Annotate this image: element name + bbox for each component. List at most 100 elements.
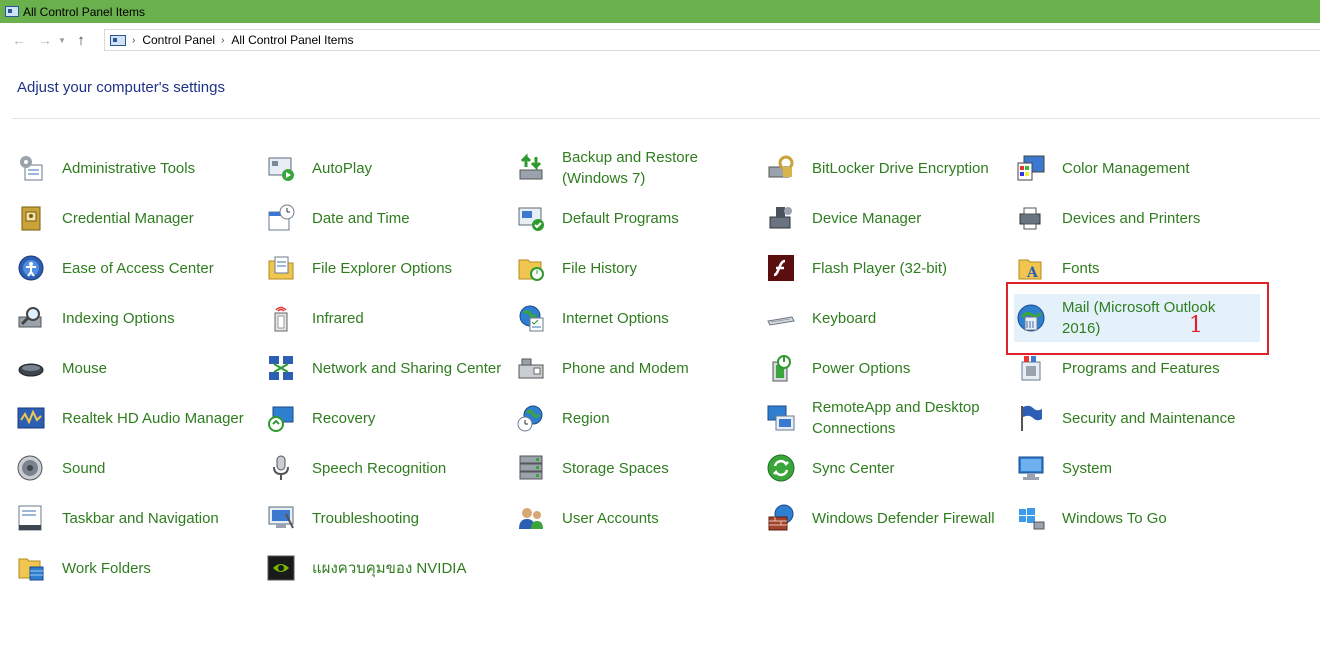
- control-panel-item[interactable]: Backup and Restore (Windows 7): [514, 144, 760, 192]
- control-panel-item[interactable]: Phone and Modem: [514, 344, 760, 392]
- system-icon: [1014, 451, 1048, 485]
- control-panel-item-label: Network and Sharing Center: [312, 359, 502, 377]
- svg-text:A: A: [1026, 265, 1039, 281]
- control-panel-item[interactable]: Work Folders: [14, 544, 260, 592]
- control-panel-item[interactable]: Storage Spaces: [514, 444, 760, 492]
- control-panel-item[interactable]: Devices and Printers: [1014, 194, 1260, 242]
- autoplay-icon: [264, 151, 298, 185]
- control-panel-item[interactable]: Color Management: [1014, 144, 1260, 192]
- control-panel-item-label: Troubleshooting: [312, 509, 420, 527]
- control-panel-item[interactable]: RemoteApp and Desktop Connections: [764, 394, 1010, 442]
- security-maintenance-icon: [1014, 401, 1048, 435]
- windows-to-go-icon: [1014, 501, 1048, 535]
- control-panel-item[interactable]: File Explorer Options: [264, 244, 510, 292]
- control-panel-item-label: RemoteApp and Desktop Connections: [812, 399, 980, 437]
- breadcrumb-control-panel[interactable]: Control Panel: [142, 33, 215, 47]
- control-panel-item-label: File Explorer Options: [312, 259, 453, 277]
- device-manager-icon: [764, 201, 798, 235]
- forward-arrow-icon[interactable]: →: [34, 29, 56, 51]
- admin-tools-icon: [14, 151, 48, 185]
- control-panel-item[interactable]: Taskbar and Navigation: [14, 494, 260, 542]
- backup-restore-icon: [514, 151, 548, 185]
- keyboard-icon: [764, 301, 798, 335]
- control-panel-item[interactable]: Infrared: [264, 294, 510, 342]
- control-panel-item-label: Work Folders: [62, 559, 151, 577]
- control-panel-item[interactable]: Sync Center: [764, 444, 1010, 492]
- control-panel-item[interactable]: Windows To Go: [1014, 494, 1260, 542]
- control-panel-item[interactable]: System: [1014, 444, 1260, 492]
- control-panel-item[interactable]: User Accounts: [514, 494, 760, 542]
- programs-features-icon: [1014, 351, 1048, 385]
- control-panel-item-label: AutoPlay: [312, 159, 373, 177]
- control-panel-item-label: Default Programs: [562, 209, 679, 227]
- file-history-icon: [514, 251, 548, 285]
- address-bar[interactable]: › Control Panel › All Control Panel Item…: [104, 29, 1320, 51]
- file-explorer-options-icon: [264, 251, 298, 285]
- control-panel-item[interactable]: Ease of Access Center: [14, 244, 260, 292]
- remoteapp-icon: [764, 401, 798, 435]
- control-panel-item-label: Administrative Tools: [62, 159, 196, 177]
- control-panel-item[interactable]: File History: [514, 244, 760, 292]
- storage-spaces-icon: [514, 451, 548, 485]
- internet-options-icon: [514, 301, 548, 335]
- control-panel-item-label: Speech Recognition: [312, 459, 447, 477]
- control-panel-item[interactable]: AutoPlay: [264, 144, 510, 192]
- recent-locations-chevron-icon[interactable]: ▼: [56, 29, 68, 51]
- control-panel-item-label: Power Options: [812, 359, 911, 377]
- control-panel-item[interactable]: Flash Player (32-bit): [764, 244, 1010, 292]
- breadcrumb-separator-icon[interactable]: ›: [221, 35, 224, 46]
- title-bar: All Control Panel Items: [0, 0, 1320, 23]
- control-panel-item-label: Credential Manager: [62, 209, 194, 227]
- control-panel-item-label: System: [1062, 459, 1113, 477]
- indexing-options-icon: [14, 301, 48, 335]
- highlight-box: [1006, 282, 1269, 355]
- control-panel-item[interactable]: Windows Defender Firewall: [764, 494, 1010, 542]
- control-panel-item-label: Sync Center: [812, 459, 895, 477]
- phone-modem-icon: [514, 351, 548, 385]
- control-panel-item[interactable]: Date and Time: [264, 194, 510, 242]
- control-panel-item[interactable]: Mouse: [14, 344, 260, 392]
- control-panel-item[interactable]: Region: [514, 394, 760, 442]
- breadcrumb-separator-icon[interactable]: ›: [132, 35, 135, 46]
- recovery-icon: [264, 401, 298, 435]
- control-panel-item[interactable]: Keyboard: [764, 294, 1010, 342]
- control-panel-item-label: File History: [562, 259, 638, 277]
- control-panel-item[interactable]: Administrative Tools: [14, 144, 260, 192]
- control-panel-item-label: Sound: [62, 459, 106, 477]
- work-folders-icon: [14, 551, 48, 585]
- credential-manager-icon: [14, 201, 48, 235]
- control-panel-item[interactable]: แผงควบคุมของ NVIDIA: [264, 544, 510, 592]
- control-panel-item[interactable]: Power Options: [764, 344, 1010, 392]
- control-panel-item-label: Security and Maintenance: [1062, 409, 1236, 427]
- control-panel-item[interactable]: Recovery: [264, 394, 510, 442]
- control-panel-item[interactable]: Network and Sharing Center: [264, 344, 510, 392]
- control-panel-item[interactable]: Indexing Options: [14, 294, 260, 342]
- fonts-icon: A: [1014, 251, 1048, 285]
- control-panel-location-icon: [110, 34, 126, 46]
- back-arrow-icon[interactable]: ←: [8, 29, 30, 51]
- firewall-icon: [764, 501, 798, 535]
- control-panel-item[interactable]: Speech Recognition: [264, 444, 510, 492]
- control-panel-item[interactable]: Internet Options: [514, 294, 760, 342]
- control-panel-item-label: Devices and Printers: [1062, 209, 1201, 227]
- mouse-icon: [14, 351, 48, 385]
- divider: [12, 118, 1320, 119]
- control-panel-item-label: Backup and Restore (Windows 7): [562, 149, 698, 187]
- control-panel-item-label: Storage Spaces: [562, 459, 669, 477]
- control-panel-item[interactable]: BitLocker Drive Encryption: [764, 144, 1010, 192]
- control-panel-item[interactable]: Realtek HD Audio Manager: [14, 394, 260, 442]
- taskbar-navigation-icon: [14, 501, 48, 535]
- breadcrumb-all-items[interactable]: All Control Panel Items: [231, 33, 353, 47]
- sound-icon: [14, 451, 48, 485]
- color-management-icon: [1014, 151, 1048, 185]
- flash-player-icon: [764, 251, 798, 285]
- control-panel-item[interactable]: Credential Manager: [14, 194, 260, 242]
- control-panel-item[interactable]: Device Manager: [764, 194, 1010, 242]
- user-accounts-icon: [514, 501, 548, 535]
- up-arrow-icon[interactable]: ↑: [70, 29, 92, 51]
- control-panel-item[interactable]: Security and Maintenance: [1014, 394, 1260, 442]
- control-panel-item[interactable]: Sound: [14, 444, 260, 492]
- control-panel-item[interactable]: Default Programs: [514, 194, 760, 242]
- control-panel-item[interactable]: Troubleshooting: [264, 494, 510, 542]
- infrared-icon: [264, 301, 298, 335]
